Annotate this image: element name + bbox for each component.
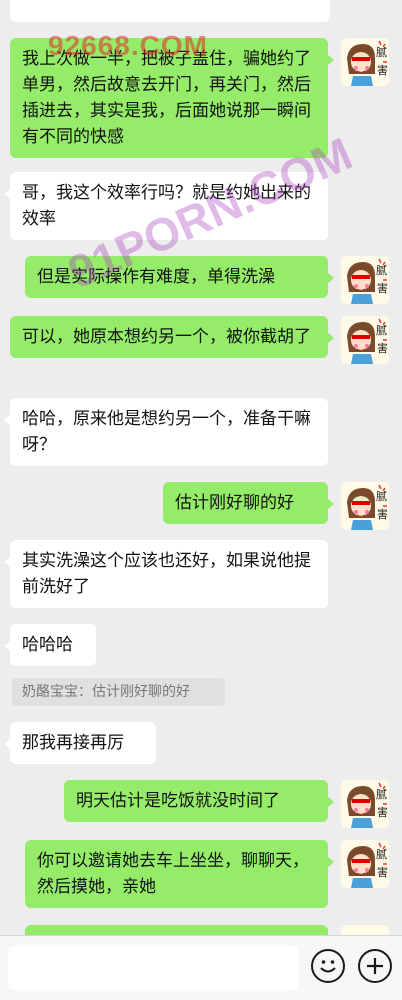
message-bubble-outgoing[interactable]: 估计刚好聊的好 <box>163 482 334 524</box>
svg-text:害: 害 <box>377 507 388 521</box>
message-bubble-outgoing[interactable]: 但是实际操作有难度，单得洗澡 <box>25 256 334 298</box>
cartoon-girl-icon: 腻害 <box>341 38 389 86</box>
avatar[interactable]: 腻害 <box>341 482 389 530</box>
message-input[interactable] <box>8 946 298 990</box>
message-bubble-incoming[interactable]: 哈哈，原来他是想约另一个，准备干嘛呀？ <box>4 398 328 466</box>
message-bubble-outgoing[interactable]: 我上次做一半，把被子盖住，骗她约了单男，然后故意去开门，再关门，然后插进去，其实… <box>10 38 334 158</box>
avatar[interactable]: 腻害 <box>341 780 389 828</box>
message-bubble-incoming[interactable]: 其实洗澡这个应该也还好，如果说他提前洗好了 <box>4 540 328 608</box>
cartoon-girl-icon: 腻害 <box>341 316 389 364</box>
svg-text:腻: 腻 <box>376 788 387 801</box>
svg-text:腻: 腻 <box>376 848 387 861</box>
message-bubble-outgoing[interactable]: 明天估计是吃饭就没时间了 <box>64 780 334 822</box>
avatar[interactable] <box>341 925 389 935</box>
message-bubble-outgoing[interactable]: 可以，她原本想约另一个，被你截胡了 <box>10 316 334 358</box>
quoted-message[interactable]: 奶酪宝宝：估计刚好聊的好 <box>12 678 225 706</box>
message-bubble-outgoing-partial[interactable] <box>25 925 328 935</box>
message-bubble-incoming[interactable]: 那我再接再厉 <box>4 722 156 764</box>
input-bar <box>0 935 402 1000</box>
smiley-glyph <box>320 960 336 973</box>
avatar-text-2: 害 <box>377 63 388 77</box>
cartoon-girl-icon: 腻害 <box>341 780 389 828</box>
cartoon-girl-icon: 腻害 <box>341 840 389 888</box>
chat-area[interactable]: 我上次做一半，把被子盖住，骗她约了单男，然后故意去开门，再关门，然后插进去，其实… <box>0 0 402 935</box>
cartoon-girl-icon: 腻害 <box>341 482 389 530</box>
svg-text:害: 害 <box>377 805 388 819</box>
message-bubble-incoming[interactable]: 哈哈哈 <box>4 624 96 666</box>
svg-text:害: 害 <box>377 865 388 879</box>
avatar-text-1: 腻 <box>376 46 387 59</box>
svg-text:腻: 腻 <box>376 264 387 277</box>
message-bubble-outgoing[interactable]: 你可以邀请她去车上坐坐，聊聊天，然后摸她，亲她 <box>25 840 334 908</box>
svg-text:害: 害 <box>377 341 388 355</box>
plus-glyph <box>367 958 383 974</box>
svg-text:腻: 腻 <box>376 324 387 337</box>
avatar[interactable]: 腻害 <box>341 316 389 364</box>
svg-text:腻: 腻 <box>376 490 387 503</box>
plus-icon[interactable] <box>358 949 392 983</box>
message-bubble-incoming[interactable]: 哥，我这个效率行吗？就是约她出来的效率 <box>4 172 328 240</box>
avatar[interactable]: 腻害 <box>341 38 389 86</box>
cartoon-girl-icon: 腻害 <box>341 256 389 304</box>
avatar[interactable]: 腻害 <box>341 840 389 888</box>
smiley-icon[interactable] <box>311 949 345 983</box>
previous-message-bubble <box>10 0 330 22</box>
svg-text:害: 害 <box>377 281 388 295</box>
avatar[interactable]: 腻害 <box>341 256 389 304</box>
